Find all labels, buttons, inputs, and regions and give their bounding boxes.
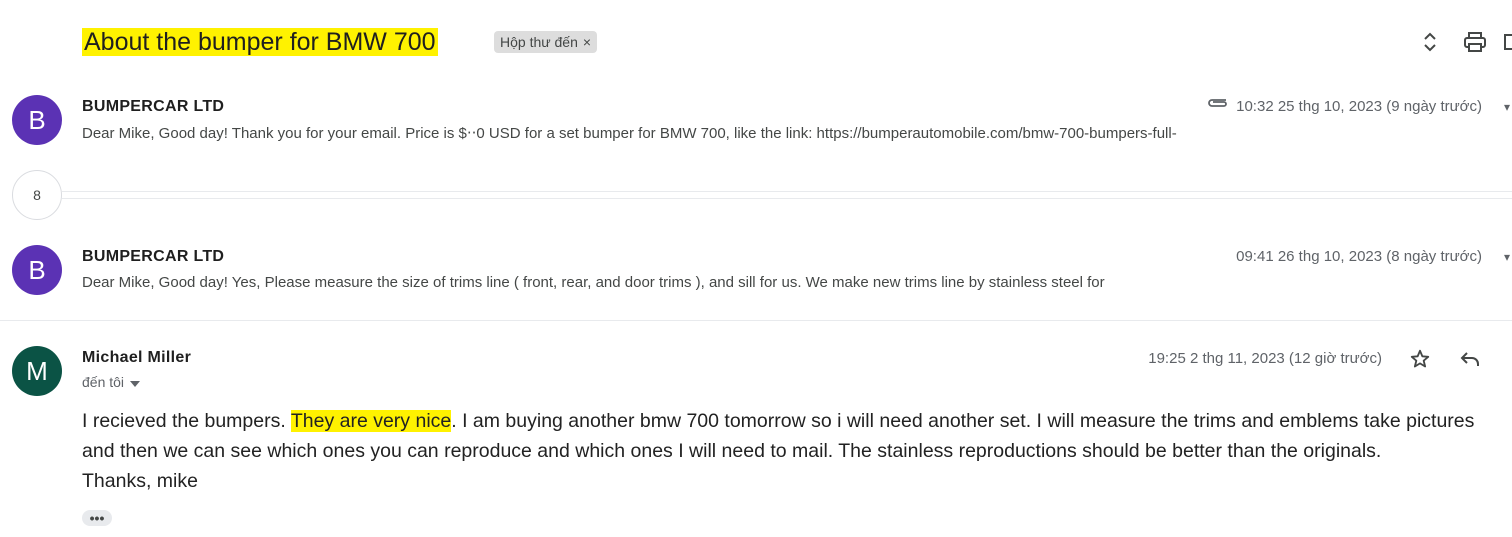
sender-name: BUMPERCAR LTD [82, 98, 225, 115]
body-line-1: I recieved the bumpers. They are very ni… [82, 406, 1512, 436]
message-snippet: Dear Mike, Good day! Yes, Please measure… [82, 274, 1105, 291]
thread-header: About the bumper for BMW 700 Hộp thư đến… [0, 0, 1512, 84]
recipient-text: đến tôi [82, 374, 125, 390]
message-date: 09:41 26 thg 10, 2023 (8 ngày trước) [1236, 248, 1482, 265]
collapsed-messages-count[interactable]: 8 [12, 170, 62, 220]
avatar: B [12, 95, 62, 145]
print-icon[interactable] [1463, 30, 1487, 54]
avatar-letter: B [28, 254, 46, 285]
collapsed-divider [62, 191, 1512, 192]
message-body: I recieved the bumpers. They are very ni… [82, 406, 1512, 496]
label-text: Hộp thư đến [500, 34, 578, 50]
message-date: 10:32 25 thg 10, 2023 (9 ngày trước) [1236, 98, 1482, 115]
inbox-label-chip[interactable]: Hộp thư đến × [494, 31, 598, 53]
star-icon[interactable] [1407, 346, 1433, 372]
show-trimmed-content-button[interactable]: ••• [82, 510, 112, 526]
body-text-segment: I recieved the bumpers. [82, 410, 291, 432]
message-snippet: Dear Mike, Good day! Thank you for your … [82, 125, 1177, 142]
subject-text: About the bumper for BMW 700 [82, 28, 438, 56]
reply-icon[interactable] [1457, 346, 1483, 372]
avatar: M [12, 346, 62, 396]
message-date: 19:25 2 thg 11, 2023 (12 giờ trước) [1148, 350, 1382, 367]
thread-subject: About the bumper for BMW 700 [82, 26, 438, 58]
remove-label-icon[interactable]: × [583, 34, 591, 50]
body-text-segment: . I am buying another bmw 700 tomorrow s… [451, 410, 1475, 432]
sender-name: BUMPERCAR LTD [82, 248, 225, 265]
body-line-2: and then we can see which ones you can r… [82, 440, 1382, 462]
body-line-3: Thanks, mike [82, 470, 198, 492]
recipient-details[interactable]: đến tôi [82, 374, 141, 390]
avatar-letter: M [26, 355, 48, 386]
sender-name[interactable]: Michael Miller [82, 349, 191, 367]
more-options-icon[interactable]: ▾ [1504, 250, 1510, 264]
highlighted-text: They are very nice [290, 410, 452, 432]
open-new-window-icon[interactable] [1504, 30, 1512, 54]
expand-collapse-icon[interactable] [1418, 30, 1442, 54]
avatar-letter: B [28, 104, 46, 135]
caret-down-icon[interactable] [130, 374, 141, 390]
avatar: B [12, 245, 62, 295]
paperclip-icon [1206, 95, 1228, 114]
more-options-icon[interactable]: ▾ [1504, 100, 1510, 114]
message-divider [0, 320, 1512, 321]
collapsed-divider [62, 198, 1512, 199]
